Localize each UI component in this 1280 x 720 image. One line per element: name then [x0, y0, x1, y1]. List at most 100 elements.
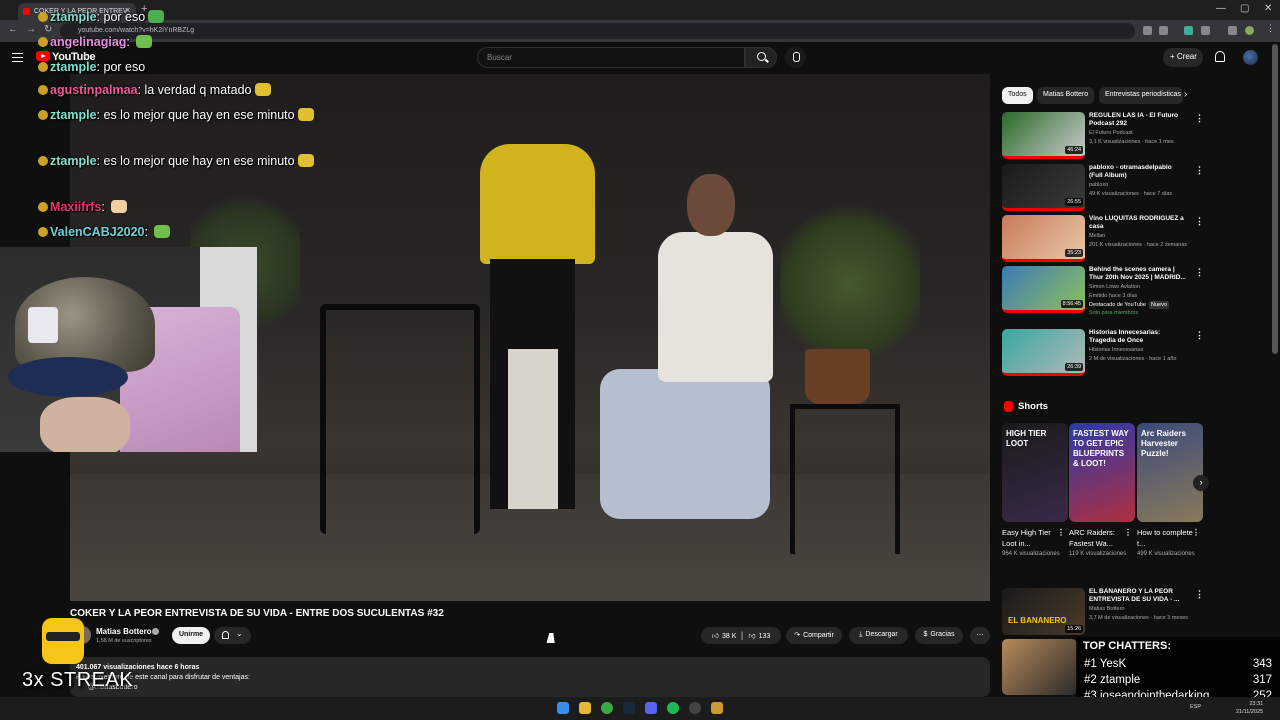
back-icon[interactable]: ←	[8, 24, 18, 35]
search-placeholder: Buscar	[487, 53, 512, 62]
app-icon[interactable]	[711, 702, 723, 714]
kebab-menu-icon[interactable]: ⋮	[1124, 528, 1132, 537]
file-explorer-icon[interactable]	[579, 702, 591, 714]
chevron-down-icon: ⌄	[236, 629, 243, 638]
hamburger-menu-icon[interactable]	[12, 53, 23, 62]
download-label: Descargar	[865, 631, 898, 638]
rec-meta: 3,1 K visualizaciones · hace 1 mes	[1089, 139, 1174, 145]
youtube-favicon-icon	[23, 8, 30, 15]
chip-all[interactable]: Todos	[1002, 87, 1033, 104]
language-indicator[interactable]: ESP	[1190, 704, 1201, 710]
bell-icon	[222, 631, 229, 639]
chat-message: ztample: es lo mejor que hay en ese minu…	[38, 154, 314, 168]
close-window-icon[interactable]: ✕	[1264, 3, 1272, 14]
chatter-name: YesK	[1099, 658, 1127, 670]
profile-icon[interactable]	[1245, 26, 1254, 35]
rec-thumbnail: 35:23	[1002, 215, 1085, 262]
dislike-button[interactable]: 👎︎ 133	[749, 633, 771, 640]
kebab-menu-icon[interactable]: ⋮	[1195, 330, 1204, 341]
shorts-next-icon[interactable]: ›	[1193, 475, 1209, 491]
chat-username: ztample	[50, 10, 97, 24]
recommendation-item[interactable]: 26:55 pabloxo - otramasdelpablo (Full Alb…	[1002, 164, 1204, 212]
kebab-menu-icon[interactable]: ⋮	[1195, 113, 1204, 124]
chip-channel[interactable]: Matias Bottero	[1037, 87, 1095, 104]
video-frame-plant	[780, 194, 920, 374]
chat-username: ztample	[50, 60, 97, 74]
kebab-menu-icon[interactable]: ⋮	[1195, 216, 1204, 227]
kebab-menu-icon[interactable]: ⋮	[1195, 267, 1204, 278]
discord-icon[interactable]	[645, 702, 657, 714]
recommendation-item[interactable]: EL BANANERO 15:26 EL BANANERO Y LA PEOR …	[1002, 588, 1204, 636]
subscription-bell-button[interactable]: ⌄	[214, 627, 251, 644]
chat-badge-icon	[38, 12, 48, 22]
steam-icon[interactable]	[623, 702, 635, 714]
search-button[interactable]	[745, 47, 777, 68]
download-icon[interactable]	[1228, 26, 1237, 35]
kebab-menu-icon[interactable]: ⋮	[1195, 589, 1204, 600]
like-button[interactable]: 👍︎ 38 K	[712, 633, 737, 640]
rec-channel: Matias Bottero	[1089, 606, 1125, 612]
rec-meta: 49 K visualizaciones · hace 7 días	[1089, 191, 1173, 197]
video-title: COKER Y LA PEOR ENTREVISTA DE SU VIDA - …	[70, 608, 444, 619]
download-button[interactable]: ⤓ Descargar	[849, 627, 908, 644]
join-button[interactable]: Unirme	[172, 627, 210, 644]
verified-icon	[152, 628, 159, 635]
video-frame-pot	[805, 349, 870, 404]
forward-icon[interactable]: →	[26, 24, 36, 35]
kebab-menu-icon[interactable]: ⋮	[1195, 165, 1204, 176]
spotify-icon[interactable]	[667, 702, 679, 714]
rec-meta: 3,7 M de visualizaciones · hace 3 meses	[1089, 615, 1189, 621]
rec-meta: 201 K visualizaciones · hace 2 semanas	[1089, 242, 1188, 248]
plus-icon: +	[1170, 52, 1177, 61]
start-icon[interactable]	[557, 702, 569, 714]
subscriber-count: 1,58 M de suscriptores	[96, 638, 152, 644]
channel-name[interactable]: Matias Bottero	[96, 627, 152, 636]
extension-icon[interactable]	[1184, 26, 1193, 35]
streamer-webcam	[0, 247, 257, 452]
chrome-icon[interactable]	[601, 702, 613, 714]
avatar[interactable]	[1243, 50, 1258, 65]
thumbs-up-icon: 👍︎	[711, 633, 719, 640]
obs-icon[interactable]	[689, 702, 701, 714]
notifications-bell-icon[interactable]	[1215, 51, 1225, 62]
voice-search-icon[interactable]	[785, 47, 806, 68]
cast-icon[interactable]	[1143, 26, 1152, 35]
chat-emote-icon	[254, 83, 271, 96]
recommendation-item[interactable]: 46:24 REGULEN LAS IA - El Futuro Podcast …	[1002, 112, 1204, 160]
new-badge: Nuevo	[1148, 301, 1169, 309]
recommendation-item[interactable]: 8:56:45 Behind the scenes camera | Thur 2…	[1002, 266, 1204, 316]
top-chatters-title: TOP CHATTERS:	[1083, 640, 1172, 652]
create-button[interactable]: + Crear	[1163, 48, 1203, 67]
rec-title: Vino LUQUITAS RODRIGUEZ a casa	[1089, 215, 1184, 230]
duration-badge: 26:39	[1065, 363, 1083, 371]
video-frame-chair	[320, 304, 480, 534]
share-button[interactable]: ↷ Compartir	[786, 627, 842, 644]
rec-thumbnail[interactable]	[1002, 639, 1077, 695]
download-icon: ⤓	[859, 631, 863, 638]
kebab-menu-icon[interactable]: ⋮	[1057, 528, 1065, 537]
like-count: 38 K	[721, 633, 737, 640]
chat-badge-icon	[38, 202, 48, 212]
chevron-right-icon[interactable]: ›	[1184, 89, 1187, 100]
rec-thumbnail: 26:39	[1002, 329, 1085, 376]
recommendation-item[interactable]: 26:39 Historias Innecesarias: Tragedia de…	[1002, 329, 1204, 377]
rec-thumbnail: EL BANANERO 15:26	[1002, 588, 1085, 635]
chip-interviews[interactable]: Entrevistas periodísticas	[1099, 87, 1183, 104]
thumbnail-text: FASTEST WAY TO GET EPIC BLUEPRINTS & LOO…	[1073, 429, 1129, 468]
maximize-icon[interactable]: ▢	[1240, 3, 1249, 14]
clock[interactable]: 23:31 21/11/2025	[1236, 700, 1263, 716]
page-scrollbar[interactable]	[1272, 44, 1278, 354]
kebab-menu-icon[interactable]: ⋮	[1192, 528, 1200, 537]
thanks-label: Gracias	[930, 631, 955, 638]
star-icon[interactable]	[1159, 26, 1168, 35]
chat-message: angelinagiag:	[38, 35, 153, 49]
kebab-menu-icon[interactable]: ⋮	[1266, 23, 1275, 33]
more-actions-icon[interactable]: ⋯	[970, 627, 990, 644]
recommendation-item[interactable]: 35:23 Vino LUQUITAS RODRIGUEZ a casa Mella…	[1002, 215, 1204, 263]
puzzle-icon[interactable]	[1201, 26, 1210, 35]
chat-emote-icon	[148, 10, 165, 23]
thanks-button[interactable]: $ Gracias	[915, 627, 963, 644]
search-input[interactable]: Buscar	[477, 47, 745, 68]
short-thumbnail: Arc Raiders Harvester Puzzle!	[1137, 423, 1203, 522]
minimize-icon[interactable]: —	[1216, 3, 1226, 14]
